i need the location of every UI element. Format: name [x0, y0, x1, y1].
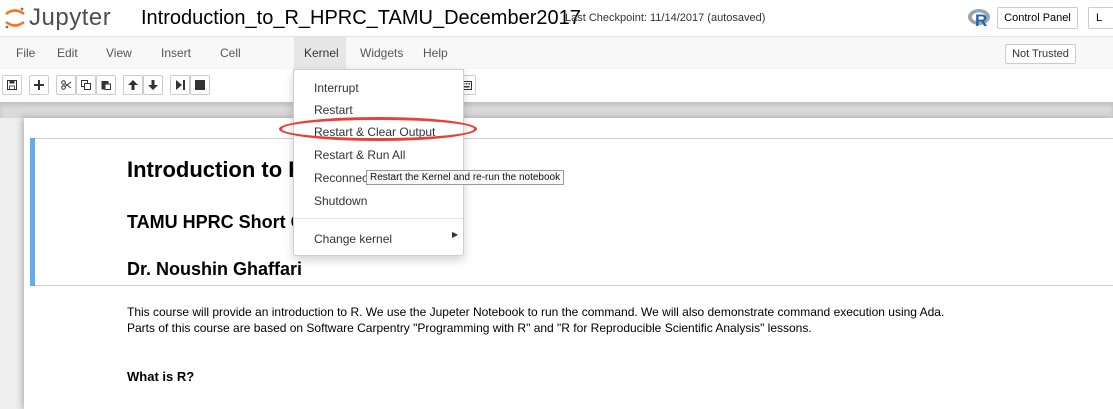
logout-button[interactable]: L — [1088, 7, 1113, 29]
arrow-up-icon — [128, 80, 138, 90]
control-panel-button[interactable]: Control Panel — [997, 7, 1078, 29]
move-down-button[interactable] — [143, 75, 163, 95]
menu-kernel[interactable]: Kernel — [294, 37, 346, 69]
copy-icon — [81, 80, 91, 90]
save-button[interactable] — [2, 75, 22, 95]
menu-item-interrupt[interactable]: Interrupt — [314, 81, 359, 95]
restart-run-all-tooltip: Restart the Kernel and re-run the notebo… — [366, 170, 565, 185]
menu-item-change-kernel[interactable]: Change kernel — [314, 232, 392, 246]
menu-item-restart[interactable]: Restart — [314, 103, 353, 117]
run-icon — [176, 80, 185, 90]
cut-button[interactable] — [56, 75, 76, 95]
menu-insert[interactable]: Insert — [151, 37, 201, 69]
arrow-down-icon — [148, 80, 158, 90]
paste-button[interactable] — [96, 75, 116, 95]
run-button[interactable] — [170, 75, 190, 95]
heading-author: Dr. Noushin Ghaffari — [127, 259, 303, 279]
menu-divider — [294, 218, 463, 219]
menu-help[interactable]: Help — [413, 37, 458, 69]
copy-button[interactable] — [76, 75, 96, 95]
cut-icon — [60, 80, 71, 90]
annotation-highlight-circle — [279, 117, 477, 141]
jupyter-logo-text: Jupyter — [29, 4, 112, 31]
selected-cell-indicator — [30, 138, 35, 286]
not-trusted-badge[interactable]: Not Trusted — [1005, 44, 1076, 64]
submenu-arrow-icon: ▶ — [452, 230, 459, 239]
menu-item-reconnect[interactable]: Reconnect — [314, 171, 371, 185]
heading-what-is-r: What is R? — [127, 369, 195, 384]
header-separator — [0, 102, 1113, 118]
menu-view[interactable]: View — [96, 37, 142, 69]
menu-widgets[interactable]: Widgets — [350, 37, 413, 69]
r-kernel-icon: R — [968, 9, 990, 29]
menu-file[interactable]: File — [6, 37, 45, 69]
jupyter-logo-icon — [5, 7, 25, 29]
course-description: This course will provide an introduction… — [127, 305, 945, 319]
stop-icon — [195, 80, 205, 90]
svg-text:R: R — [975, 11, 987, 29]
menu-item-restart-run-all[interactable]: Restart & Run All — [314, 148, 405, 162]
kernel-menu-dropdown: Interrupt Restart Restart & Clear Output… — [293, 69, 464, 256]
heading-title: Introduction to R — [127, 157, 305, 182]
jupyter-logo[interactable]: Jupyter — [4, 5, 111, 31]
notebook-name[interactable]: Introduction_to_R_HPRC_TAMU_December2017 — [141, 6, 581, 30]
menu-edit[interactable]: Edit — [47, 37, 88, 69]
menubar: File Edit View Insert Cell Kernel Widget… — [0, 36, 1113, 69]
toolbar — [0, 69, 1113, 102]
course-credits: Parts of this course are based on Softwa… — [127, 321, 812, 335]
header: Jupyter Introduction_to_R_HPRC_TAMU_Dece… — [0, 0, 1113, 36]
save-icon — [7, 80, 17, 90]
interrupt-button[interactable] — [190, 75, 210, 95]
insert-cell-button[interactable] — [29, 75, 49, 95]
paste-icon — [101, 81, 111, 90]
plus-icon — [34, 80, 44, 90]
menu-item-shutdown[interactable]: Shutdown — [314, 194, 367, 208]
move-up-button[interactable] — [123, 75, 143, 95]
menu-cell[interactable]: Cell — [210, 37, 251, 69]
checkpoint-status: Last Checkpoint: 11/14/2017 (autosaved) — [565, 12, 766, 24]
